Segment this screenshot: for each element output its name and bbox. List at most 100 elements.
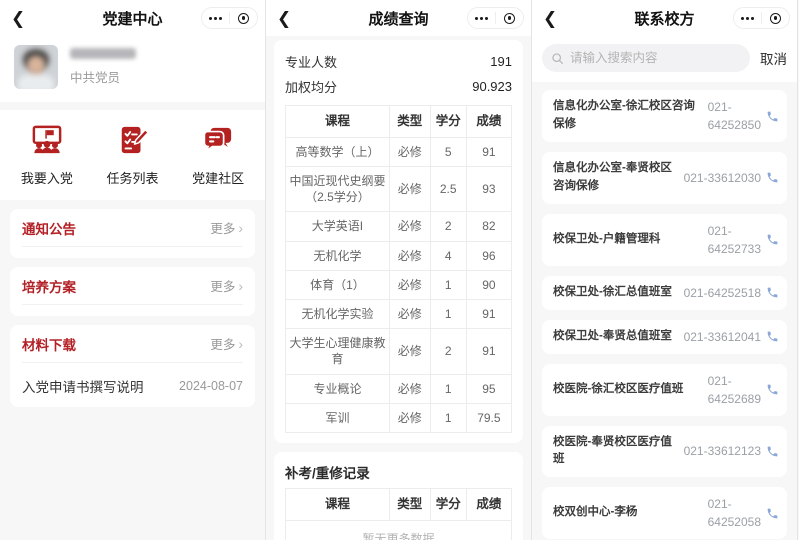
chevron-right-icon: › <box>238 279 243 293</box>
notice-card: 通知公告 更多› <box>10 209 255 258</box>
contact-name: 信息化办公室-徐汇校区咨询保修 <box>553 98 708 134</box>
plan-header[interactable]: 培养方案 更多› <box>22 267 243 305</box>
table-header-row: 课程 类型 学分 成绩 <box>286 488 512 520</box>
table-row: 无机化学必修496 <box>286 241 512 270</box>
chevron-right-icon: › <box>238 337 243 351</box>
navbar: ❮ 联系校方 <box>532 0 797 36</box>
table-header-row: 课程 类型 学分 成绩 <box>286 106 512 138</box>
grade-summary-card: 专业人数 191 加权均分 90.923 课程 类型 学分 成绩 高等数学（上）… <box>274 40 523 443</box>
search-icon <box>551 52 564 65</box>
contact-item[interactable]: 校保卫处-奉贤总值班室 021-33612041 <box>542 320 787 354</box>
search-pill[interactable] <box>542 44 750 72</box>
section-title: 材料下载 <box>22 334 76 354</box>
retake-table: 课程 类型 学分 成绩 暂无更多数据 <box>285 488 512 540</box>
plan-card: 培养方案 更多› <box>10 267 255 316</box>
phone-call-icon[interactable] <box>766 383 779 396</box>
download-item[interactable]: 入党申请书撰写说明 2024-08-07 <box>22 363 243 396</box>
contact-phone: 021-64252518 <box>684 284 761 302</box>
document-name: 入党申请书撰写说明 <box>22 376 144 396</box>
contact-phone: 021- 64252850 <box>708 98 761 134</box>
wechat-capsule <box>467 7 524 29</box>
document-date: 2024-08-07 <box>179 379 243 393</box>
shortcut-party-community[interactable]: 党建社区 <box>175 125 261 187</box>
table-row: 大学英语I必修282 <box>286 212 512 241</box>
stat-label: 加权均分 <box>285 77 337 96</box>
table-row: 军训必修179.5 <box>286 403 512 432</box>
stat-row: 专业人数 191 <box>285 49 512 74</box>
stat-row: 加权均分 90.923 <box>285 74 512 99</box>
more-menu-icon[interactable] <box>734 17 761 20</box>
phone-call-icon[interactable] <box>766 171 779 184</box>
phone-call-icon[interactable] <box>766 233 779 246</box>
shortcut-label: 党建社区 <box>192 168 244 187</box>
cancel-button[interactable]: 取消 <box>760 48 787 68</box>
contact-item[interactable]: 信息化办公室-奉贤校区咨询保修 021-33612030 <box>542 152 787 204</box>
shortcut-task-list[interactable]: 任务列表 <box>90 125 176 187</box>
contact-phone: 021- 64252058 <box>708 495 761 531</box>
contact-name: 校医院-徐汇校区医疗值班 <box>553 381 708 399</box>
member-role: 中共党员 <box>70 67 136 86</box>
more-menu-icon[interactable] <box>202 17 229 20</box>
shortcut-label: 任务列表 <box>107 168 159 187</box>
more-menu-icon[interactable] <box>468 17 495 20</box>
contact-name: 信息化办公室-奉贤校区咨询保修 <box>553 160 684 196</box>
chevron-right-icon: › <box>238 221 243 235</box>
back-icon[interactable]: ❮ <box>532 10 564 27</box>
more-button[interactable]: 更多› <box>210 276 243 295</box>
navbar: ❮ 党建中心 <box>0 0 265 36</box>
wechat-capsule <box>201 7 258 29</box>
avatar <box>14 45 58 89</box>
notice-header[interactable]: 通知公告 更多› <box>22 209 243 247</box>
retake-title: 补考/重修记录 <box>285 462 512 482</box>
phone-call-icon[interactable] <box>766 507 779 520</box>
podium-flag-icon <box>30 125 64 160</box>
contact-item[interactable]: 校双创中心-李杨 021- 64252058 <box>542 487 787 539</box>
contact-item[interactable]: 校保卫处-户籍管理科 021- 64252733 <box>542 214 787 266</box>
table-row: 大学生心理健康教育必修291 <box>286 329 512 374</box>
phone-call-icon[interactable] <box>766 330 779 343</box>
table-row: 无机化学实验必修191 <box>286 300 512 329</box>
back-icon[interactable]: ❮ <box>266 10 298 27</box>
contact-item[interactable]: 校医院-奉贤校区医疗值班 021-33612123 <box>542 426 787 478</box>
contact-item[interactable]: 校医院-徐汇校区医疗值班 021- 64252689 <box>542 364 787 416</box>
shortcut-join-party[interactable]: 我要入党 <box>4 125 90 187</box>
stat-value: 90.923 <box>472 79 512 94</box>
table-row: 高等数学（上）必修591 <box>286 137 512 166</box>
contact-phone: 021-33612030 <box>684 169 761 187</box>
close-target-icon[interactable] <box>496 13 523 24</box>
page-title: 联系校方 <box>582 8 747 29</box>
contact-name: 校保卫处-徐汇总值班室 <box>553 284 684 302</box>
contact-name: 校双创中心-李杨 <box>553 504 708 522</box>
back-icon[interactable]: ❮ <box>0 10 32 27</box>
more-button[interactable]: 更多› <box>210 218 243 237</box>
close-target-icon[interactable] <box>230 13 257 24</box>
search-input[interactable] <box>570 51 741 65</box>
contact-phone: 021- 64252689 <box>708 372 761 408</box>
shortcut-row: 我要入党 任务列表 <box>0 110 265 200</box>
contact-phone: 021-33612041 <box>684 328 761 346</box>
shortcut-label: 我要入党 <box>21 168 73 187</box>
download-header[interactable]: 材料下载 更多› <box>22 325 243 363</box>
contact-name: 校医院-奉贤校区医疗值班 <box>553 434 684 470</box>
chat-community-icon <box>201 125 235 160</box>
contact-phone: 021-33612123 <box>684 442 761 460</box>
contact-item[interactable]: 校保卫处-徐汇总值班室 021-64252518 <box>542 276 787 310</box>
section-title: 通知公告 <box>22 218 76 238</box>
download-card: 材料下载 更多› 入党申请书撰写说明 2024-08-07 <box>10 325 255 407</box>
more-button[interactable]: 更多› <box>210 334 243 353</box>
user-name-redacted <box>70 48 136 59</box>
phone-call-icon[interactable] <box>766 445 779 458</box>
checklist-icon <box>116 125 150 160</box>
empty-state: 暂无更多数据 <box>286 520 512 540</box>
phone-call-icon[interactable] <box>766 110 779 123</box>
contact-name: 校保卫处-户籍管理科 <box>553 231 708 249</box>
contact-name: 校保卫处-奉贤总值班室 <box>553 328 684 346</box>
close-target-icon[interactable] <box>762 13 789 24</box>
section-title: 培养方案 <box>22 276 76 296</box>
grade-table: 课程 类型 学分 成绩 高等数学（上）必修591 中国近现代史纲要（2.5学分）… <box>285 105 512 433</box>
table-row: 专业概论必修195 <box>286 374 512 403</box>
user-profile: 中共党员 <box>0 36 265 102</box>
contact-item[interactable]: 信息化办公室-徐汇校区咨询保修 021- 64252850 <box>542 90 787 142</box>
phone-call-icon[interactable] <box>766 286 779 299</box>
empty-row: 暂无更多数据 <box>286 520 512 540</box>
